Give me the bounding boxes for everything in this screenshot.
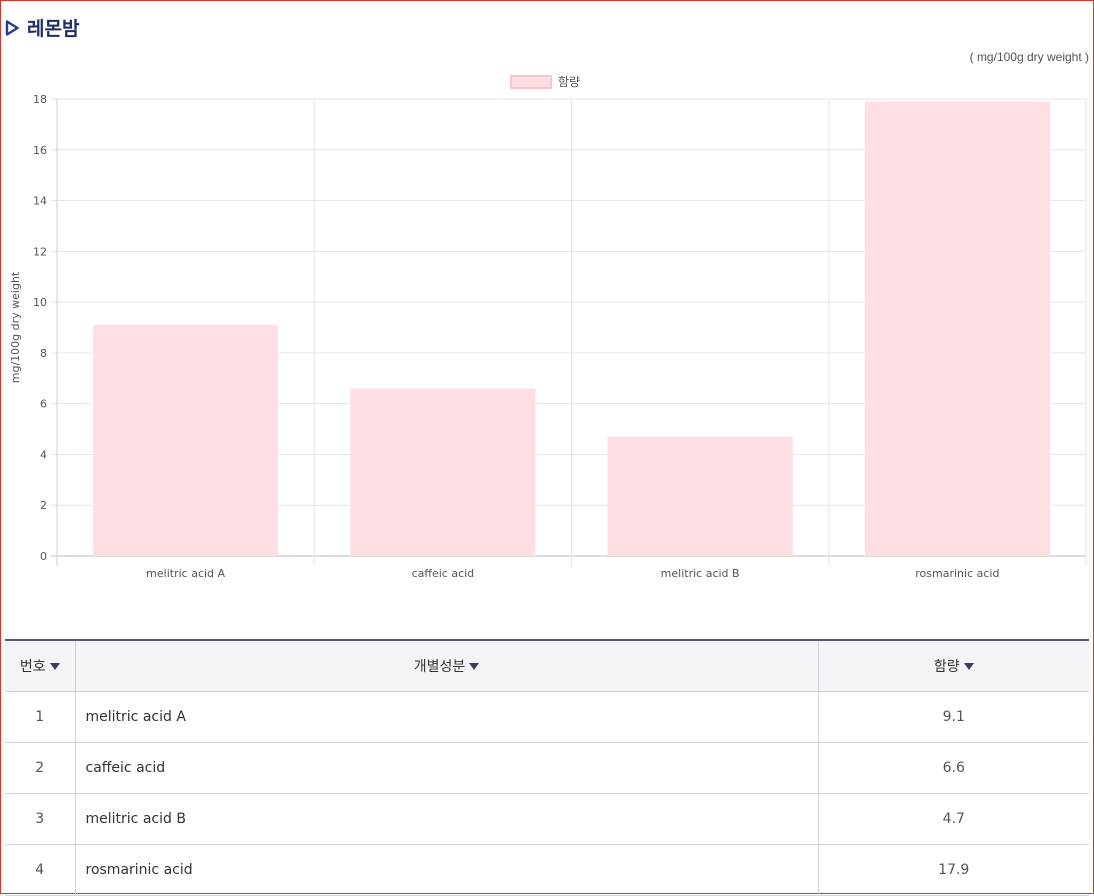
chart: 0 2 4 6 8 10 12 14 16 18 melitric acid A caffeic ac… [0, 66, 1094, 596]
legend-swatch [510, 75, 552, 89]
row-name: rosmarinic acid [75, 844, 819, 896]
row-num: 1 [5, 691, 76, 743]
y-axis-title: mg/100g dry weight [9, 271, 22, 383]
header-name-label: 개별성분 [413, 659, 466, 675]
row-name: melitric acid A [75, 691, 819, 743]
y-tick-label: 4 [40, 448, 47, 461]
row-value: 4.7 [818, 793, 1089, 845]
legend-label: 함량 [558, 75, 580, 89]
header-value-label: 함량 [933, 659, 960, 675]
bar [864, 101, 1050, 557]
y-tick-label: 2 [40, 499, 47, 512]
x-tick-label: rosmarinic acid [915, 567, 999, 580]
row-value: 6.6 [818, 742, 1089, 794]
sort-down-icon[interactable] [49, 662, 60, 670]
row-value: 17.9 [818, 844, 1089, 896]
y-tick-label: 16 [33, 144, 47, 157]
play-triangle-icon [5, 19, 19, 36]
bar [607, 436, 793, 556]
x-tick-label: melitric acid A [146, 567, 225, 580]
header-num-label: 번호 [19, 659, 46, 675]
y-tick-label: 18 [33, 93, 47, 106]
row-name: caffeic acid [75, 742, 819, 794]
row-num: 2 [5, 742, 76, 794]
row-num: 3 [5, 793, 76, 845]
page-title: 레몬밤 [27, 18, 80, 40]
bar [350, 388, 536, 556]
sort-down-icon[interactable] [963, 662, 974, 670]
bar-chart-svg: 0 2 4 6 8 10 12 14 16 18 melitric acid A caffeic ac… [9, 75, 1087, 580]
unit-note: ( mg/100g dry weight ) [969, 50, 1089, 64]
data-table: 번호 개별성분 함량 1 melitric acid A 9.1 2 caffe… [5, 639, 1089, 896]
row-value: 9.1 [818, 691, 1089, 743]
x-tick-label: melitric acid B [661, 567, 740, 580]
y-tick-label: 10 [33, 296, 47, 309]
row-num: 4 [5, 844, 76, 896]
table-row: 1 melitric acid A 9.1 [5, 691, 1089, 743]
table-header-row: 번호 개별성분 함량 [5, 640, 1089, 692]
y-tick-label: 6 [40, 398, 47, 411]
header-num[interactable]: 번호 [5, 640, 76, 692]
table-row: 3 melitric acid B 4.7 [5, 793, 1089, 845]
table-row: 4 rosmarinic acid 17.9 [5, 844, 1089, 896]
y-tick-label: 0 [40, 550, 47, 563]
y-tick-label: 14 [33, 195, 47, 208]
sort-down-icon[interactable] [469, 662, 480, 670]
x-tick-label: caffeic acid [412, 567, 475, 580]
table-row: 2 caffeic acid 6.6 [5, 742, 1089, 794]
row-name: melitric acid B [75, 793, 819, 845]
header-name[interactable]: 개별성분 [75, 640, 819, 692]
bar [93, 324, 279, 556]
header-value[interactable]: 함량 [818, 640, 1089, 692]
y-tick-label: 8 [40, 347, 47, 360]
y-tick-label: 12 [33, 245, 47, 258]
title-row: 레몬밤 [5, 14, 79, 41]
